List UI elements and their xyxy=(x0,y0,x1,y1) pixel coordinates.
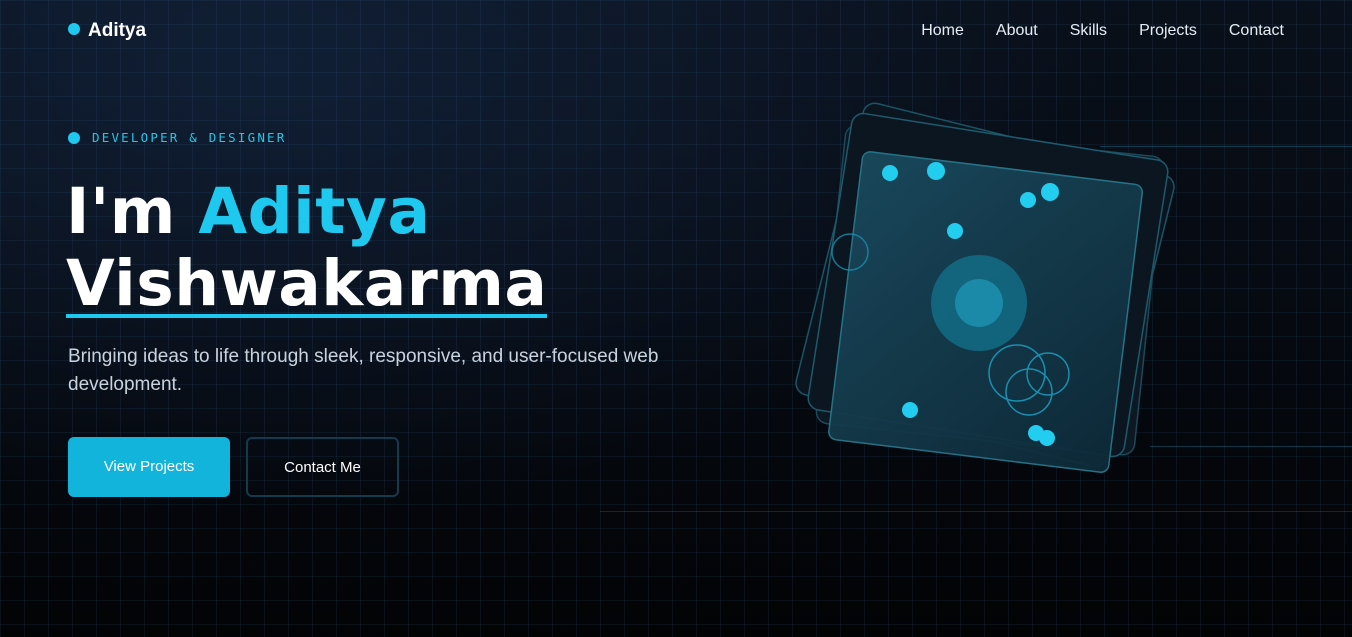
node-dot xyxy=(1041,183,1059,201)
nav-link-about[interactable]: About xyxy=(996,22,1038,40)
hero-subtitle: Bringing ideas to life through sleek, re… xyxy=(68,346,659,395)
node-dot xyxy=(947,223,963,239)
eyebrow-dot-icon xyxy=(68,131,80,144)
hero-title: I'm Aditya Vishwakarma xyxy=(66,175,548,320)
hero-illustration xyxy=(795,102,1175,473)
node-dot xyxy=(902,402,918,418)
logo[interactable]: Aditya xyxy=(68,20,146,42)
contact-me-button[interactable]: Contact Me xyxy=(246,437,399,497)
hero-eyebrow: DEVELOPER & DESIGNER xyxy=(68,130,287,145)
nav-link-projects[interactable]: Projects xyxy=(1139,22,1197,40)
nav-links: Home About Skills Projects Contact xyxy=(921,22,1284,40)
navbar: Aditya Home About Skills Projects Contac… xyxy=(0,0,1352,64)
node-dot xyxy=(1020,192,1036,208)
center-dot xyxy=(955,279,1003,327)
title-accent-name: Aditya xyxy=(198,175,431,248)
node-dot xyxy=(1039,430,1055,446)
nav-link-contact[interactable]: Contact xyxy=(1229,22,1284,40)
view-projects-button[interactable]: View Projects xyxy=(68,437,230,497)
logo-text: Aditya xyxy=(88,20,147,41)
title-surname: Vishwakarma xyxy=(66,247,548,320)
eyebrow-text: DEVELOPER & DESIGNER xyxy=(92,130,287,145)
title-prefix: I'm xyxy=(66,175,199,248)
node-dot xyxy=(927,162,945,180)
logo-dot-icon xyxy=(68,23,80,35)
nav-link-home[interactable]: Home xyxy=(921,22,964,40)
nav-link-skills[interactable]: Skills xyxy=(1070,22,1107,40)
node-dot xyxy=(882,165,898,181)
